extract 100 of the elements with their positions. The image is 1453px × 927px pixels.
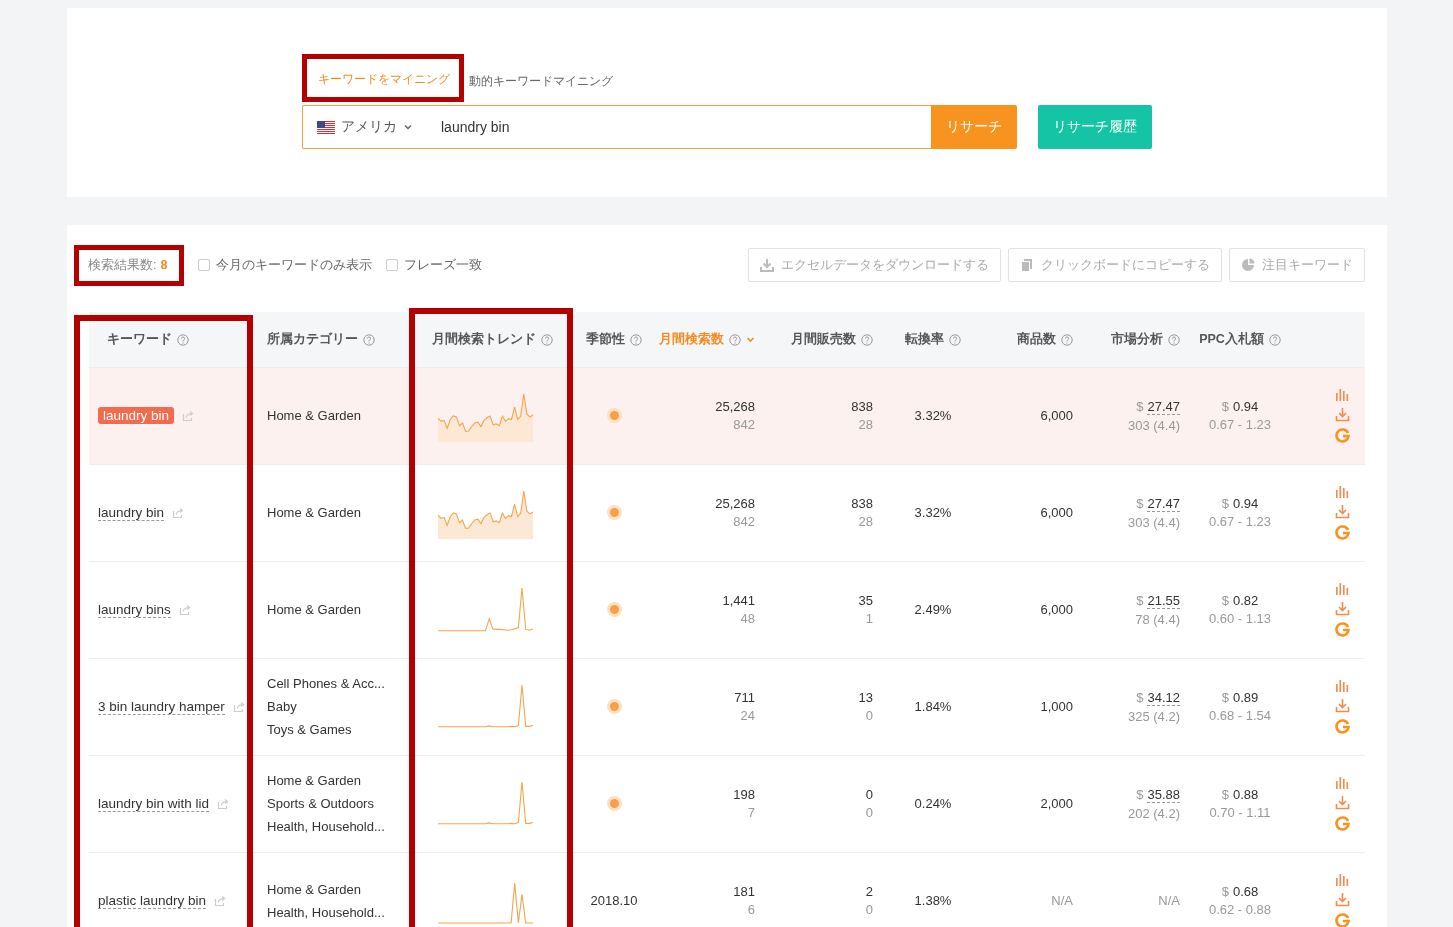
- ppc-bid: 0.94: [1232, 399, 1259, 414]
- g-logo-icon[interactable]: [1334, 816, 1350, 831]
- seasonality-dot: [609, 605, 619, 614]
- download-icon: [760, 258, 774, 272]
- ppc-range: 0.68 - 1.54: [1208, 708, 1272, 723]
- monthly-searches: 25,268: [715, 496, 755, 511]
- help-icon[interactable]: [630, 333, 642, 346]
- sort-caret-icon[interactable]: [746, 335, 755, 344]
- daily-sales: 28: [858, 514, 873, 529]
- currency-symbol: $: [1136, 786, 1144, 803]
- conversion-rate: 3.32%: [914, 408, 952, 423]
- ppc-range: 0.67 - 1.23: [1208, 514, 1272, 529]
- conversion-rate: 1.84%: [914, 699, 952, 714]
- bar-chart-icon[interactable]: [1334, 485, 1350, 498]
- column-header[interactable]: キーワード: [107, 331, 172, 348]
- currency-symbol: $: [1136, 592, 1144, 609]
- column-header[interactable]: PPC入札額: [1199, 331, 1264, 348]
- currency-symbol: $: [1221, 884, 1229, 899]
- column-header[interactable]: 季節性: [586, 331, 625, 348]
- column-header[interactable]: 月間販売数: [791, 331, 856, 348]
- column-header[interactable]: 月間検索トレンド: [432, 331, 536, 348]
- bar-chart-icon[interactable]: [1334, 873, 1350, 886]
- ppc-bid: 0.68: [1232, 884, 1259, 899]
- country-select[interactable]: アメリカ: [303, 118, 427, 136]
- help-icon[interactable]: [363, 333, 375, 346]
- bar-chart-icon[interactable]: [1334, 582, 1350, 595]
- keyword-link[interactable]: laundry bin with lid: [98, 795, 210, 812]
- conversion-rate: 2.49%: [914, 602, 952, 617]
- checkbox-label: フレーズ一致: [404, 256, 483, 274]
- conversion-rate: 3.32%: [914, 505, 952, 520]
- g-logo-icon[interactable]: [1334, 525, 1350, 540]
- currency-symbol: $: [1136, 689, 1144, 706]
- conversion-rate: 0.24%: [914, 796, 952, 811]
- help-icon[interactable]: [861, 333, 873, 346]
- help-icon[interactable]: [541, 333, 553, 346]
- column-header[interactable]: 市場分析: [1111, 331, 1163, 348]
- seasonality-dot: [609, 411, 619, 420]
- bar-chart-icon[interactable]: [1334, 388, 1350, 401]
- keyword-link[interactable]: plastic laundry bin: [98, 892, 207, 909]
- g-logo-icon[interactable]: [1334, 719, 1350, 734]
- product-count: 6,000: [1040, 602, 1073, 617]
- search-field[interactable]: アメリカ laundry bin: [302, 105, 931, 149]
- mode-tab[interactable]: 動的キーワードマイニング: [464, 73, 618, 102]
- seasonality-dot: [609, 799, 619, 808]
- currency-symbol: $: [1221, 399, 1229, 414]
- ppc-range: 0.67 - 1.23: [1208, 417, 1272, 432]
- g-logo-icon[interactable]: [1334, 622, 1350, 637]
- help-icon[interactable]: [1168, 333, 1180, 346]
- share-icon[interactable]: [182, 409, 195, 422]
- download-icon[interactable]: [1334, 504, 1350, 519]
- product-count: 2,000: [1040, 796, 1073, 811]
- monthly-searches: 25,268: [715, 399, 755, 414]
- monthly-sales: 838: [851, 496, 873, 511]
- category-text: Home & Garden: [267, 407, 361, 425]
- daily-sales: 0: [865, 708, 873, 723]
- keyword-link[interactable]: 3 bin laundry hamper: [98, 698, 225, 715]
- share-icon[interactable]: [214, 894, 227, 907]
- ppc-range: 0.60 - 1.13: [1208, 611, 1272, 626]
- keyword-link[interactable]: laundry bin: [98, 504, 165, 521]
- chevron-down-icon: [403, 122, 413, 132]
- download-icon[interactable]: [1334, 407, 1350, 422]
- download-icon[interactable]: [1334, 601, 1350, 616]
- download-icon[interactable]: [1334, 795, 1350, 810]
- monthly-searches: 181: [733, 884, 755, 899]
- help-icon[interactable]: [729, 333, 741, 346]
- monthly-sales: 35: [858, 593, 873, 608]
- help-icon[interactable]: [177, 333, 189, 346]
- monthly-sales: 838: [851, 399, 873, 414]
- share-icon[interactable]: [178, 603, 191, 616]
- copy-icon: [1020, 258, 1034, 272]
- category-text: Sports & Outdoors: [267, 795, 374, 813]
- product-count: 6,000: [1040, 408, 1073, 423]
- checkbox[interactable]: [198, 259, 211, 271]
- ppc-range: 0.62 - 0.88: [1208, 902, 1272, 917]
- help-icon[interactable]: [949, 333, 961, 346]
- share-icon[interactable]: [172, 506, 185, 519]
- review-count: 303 (4.4): [1127, 417, 1180, 433]
- help-icon[interactable]: [1268, 333, 1281, 346]
- checkbox-label: 今月のキーワードのみ表示: [216, 256, 373, 274]
- category-text: Home & Garden: [267, 504, 361, 522]
- currency-symbol: $: [1136, 495, 1144, 512]
- download-icon[interactable]: [1334, 892, 1350, 907]
- product-count: 1,000: [1040, 699, 1073, 714]
- monthly-sales: 13: [858, 690, 873, 705]
- keyword-link[interactable]: laundry bins: [98, 601, 171, 618]
- share-icon[interactable]: [232, 700, 245, 713]
- download-icon[interactable]: [1334, 698, 1350, 713]
- help-icon[interactable]: [1061, 333, 1073, 346]
- checkbox[interactable]: [386, 259, 399, 271]
- column-header[interactable]: 所属カテゴリー: [267, 331, 358, 348]
- share-icon[interactable]: [217, 797, 230, 810]
- bar-chart-icon[interactable]: [1334, 776, 1350, 789]
- g-logo-icon[interactable]: [1334, 428, 1350, 443]
- currency-symbol: $: [1136, 398, 1144, 415]
- column-header[interactable]: 商品数: [1017, 331, 1056, 348]
- bar-chart-icon[interactable]: [1334, 679, 1350, 692]
- column-header[interactable]: 転換率: [905, 331, 944, 348]
- seasonality-text: 2018.10: [590, 893, 638, 908]
- g-logo-icon[interactable]: [1334, 913, 1350, 927]
- market-analysis: N/A: [1158, 893, 1180, 908]
